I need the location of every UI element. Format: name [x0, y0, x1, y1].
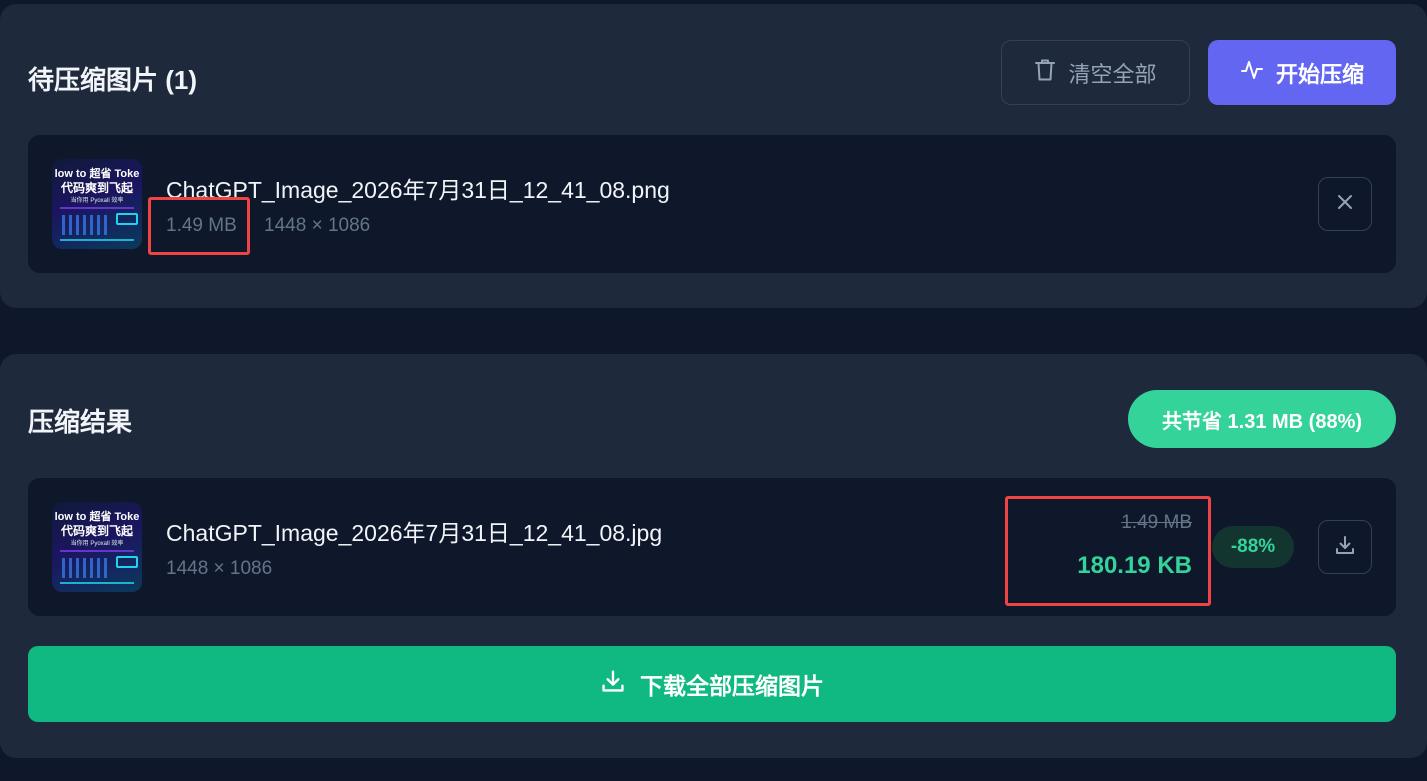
remove-file-button[interactable]: [1318, 177, 1372, 231]
clear-all-label: 清空全部: [1068, 61, 1157, 87]
download-all-label: 下载全部压缩图片: [640, 673, 824, 699]
thumbnail-caption-3: 当你用 Pyoxall 效率: [70, 198, 124, 204]
thumbnail-caption-2: 代码爽到飞起: [60, 181, 133, 195]
download-file-button[interactable]: [1318, 520, 1372, 574]
activity-icon: [1240, 58, 1264, 88]
pending-images-card: 待压缩图片 (1) 清空全部 开始压缩 low to 超省 Toke 代码爽到飞…: [0, 4, 1427, 308]
thumbnail-chip-art: [116, 213, 138, 225]
original-size: 1.49 MB: [1121, 512, 1192, 533]
trash-icon: [1034, 58, 1056, 88]
file-name: ChatGPT_Image_2026年7月31日_12_41_08.png: [166, 177, 670, 203]
start-compress-button[interactable]: 开始压缩: [1208, 40, 1396, 105]
download-icon: [600, 668, 626, 700]
file-name: ChatGPT_Image_2026年7月31日_12_41_08.jpg: [166, 520, 663, 546]
thumbnail-lines-art: [62, 558, 110, 578]
compression-results-card: 压缩结果 共节省 1.31 MB (88%) low to 超省 Toke 代码…: [0, 354, 1427, 758]
close-icon: [1336, 193, 1354, 216]
compressed-size: 180.19 KB: [1077, 552, 1192, 579]
file-meta: 1.49 MB 1448 × 1086: [166, 215, 370, 237]
download-all-button[interactable]: 下载全部压缩图片: [28, 646, 1396, 722]
file-dimensions: 1448 × 1086: [166, 558, 273, 579]
thumbnail-chip-art: [116, 556, 138, 568]
file-size: 1.49 MB: [166, 215, 237, 236]
start-compress-label: 开始压缩: [1275, 61, 1364, 87]
download-icon: [1334, 534, 1356, 561]
clear-all-button[interactable]: 清空全部: [1001, 40, 1190, 105]
reduction-badge: -88%: [1212, 526, 1294, 568]
results-title: 压缩结果: [28, 407, 133, 437]
file-dimensions: 1448 × 1086: [264, 215, 371, 236]
file-thumbnail: low to 超省 Toke 代码爽到飞起 当你用 Pyoxall 效率: [52, 159, 142, 249]
file-thumbnail: low to 超省 Toke 代码爽到飞起 当你用 Pyoxall 效率: [52, 502, 142, 592]
thumbnail-lines-art: [62, 215, 110, 235]
total-savings-badge: 共节省 1.31 MB (88%): [1128, 390, 1396, 448]
file-meta: 1448 × 1086: [166, 558, 272, 580]
result-file-row: low to 超省 Toke 代码爽到飞起 当你用 Pyoxall 效率 Cha…: [28, 478, 1396, 616]
thumbnail-caption-2: 代码爽到飞起: [60, 524, 133, 538]
thumbnail-caption-3: 当你用 Pyoxall 效率: [70, 541, 124, 547]
pending-file-row: low to 超省 Toke 代码爽到飞起 当你用 Pyoxall 效率 Cha…: [28, 135, 1396, 273]
pending-title: 待压缩图片 (1): [28, 65, 198, 95]
